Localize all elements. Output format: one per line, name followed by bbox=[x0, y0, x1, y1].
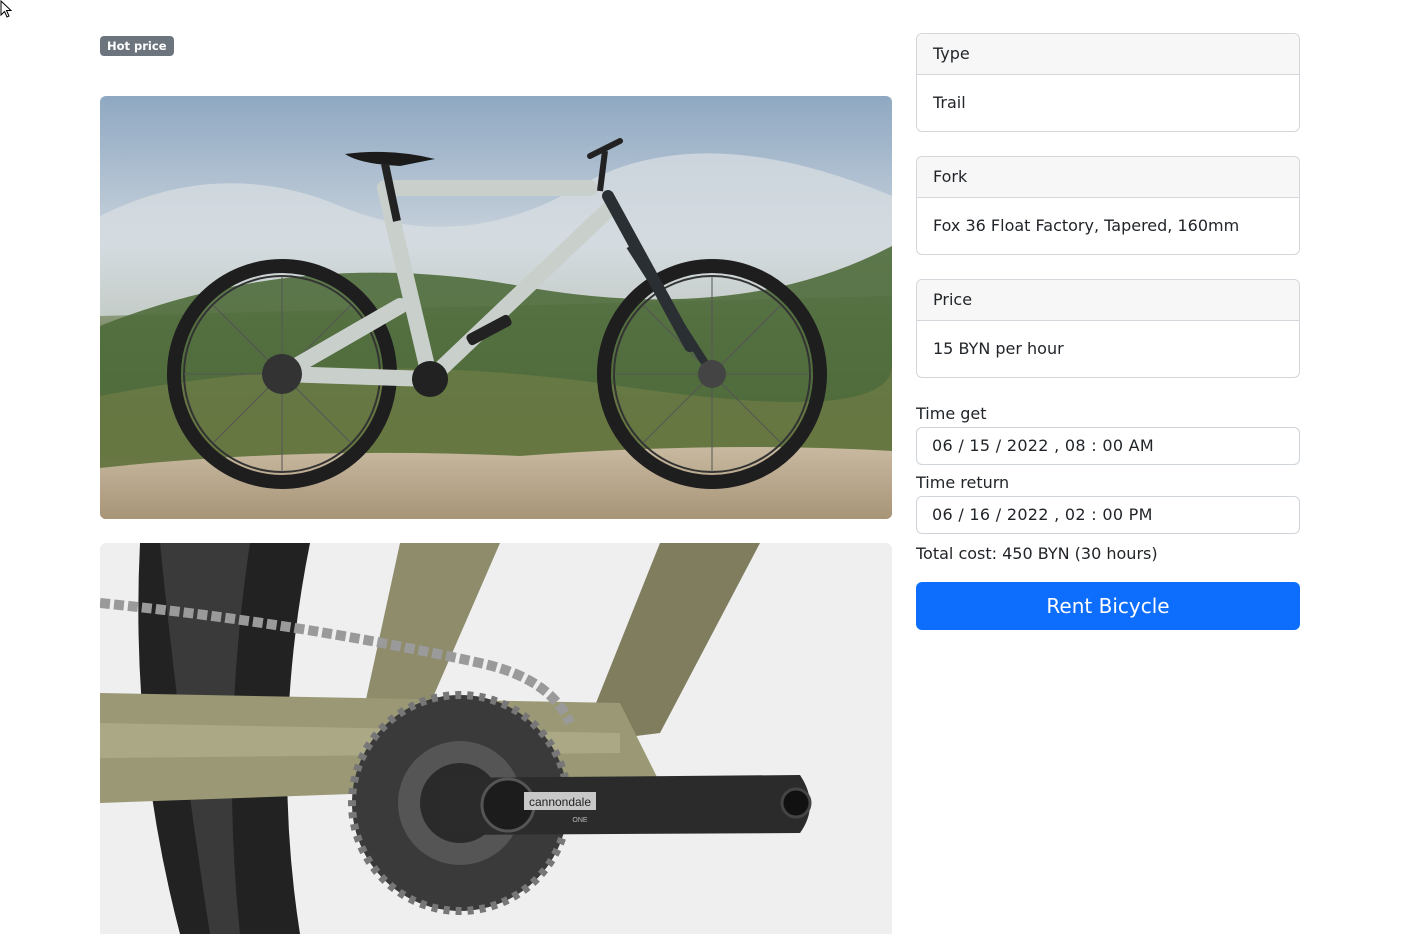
time-get-label: Time get bbox=[916, 404, 987, 423]
crank-model-text: ONE bbox=[572, 817, 588, 824]
crankset-closeup-photo: cannondale ONE bbox=[100, 543, 892, 934]
rent-bicycle-button[interactable]: Rent Bicycle bbox=[916, 582, 1300, 630]
price-header: Price bbox=[917, 280, 1299, 321]
crank-brand-text: cannondale bbox=[529, 795, 591, 809]
type-header: Type bbox=[917, 34, 1299, 75]
type-card: Type Trail bbox=[916, 33, 1300, 132]
price-value: 15 BYN per hour bbox=[933, 339, 1064, 358]
time-get-input[interactable]: 06 / 15 / 2022 , 08 : 00 AM bbox=[916, 427, 1300, 465]
price-card: Price 15 BYN per hour bbox=[916, 279, 1300, 378]
fork-card: Fork Fox 36 Float Factory, Tapered, 160m… bbox=[916, 156, 1300, 255]
time-return-input[interactable]: 06 / 16 / 2022 , 02 : 00 PM bbox=[916, 496, 1300, 534]
mouse-cursor-icon bbox=[0, 0, 13, 18]
fork-header: Fork bbox=[917, 157, 1299, 198]
time-return-label: Time return bbox=[916, 473, 1010, 492]
bicycle-side-photo bbox=[100, 96, 892, 519]
page: Hot price cannondale ONE Type Trail Fork… bbox=[0, 0, 1401, 934]
fork-value: Fox 36 Float Factory, Tapered, 160mm bbox=[933, 216, 1240, 235]
bicycle-details-panel: Type Trail Fork Fox 36 Float Factory, Ta… bbox=[916, 33, 1300, 630]
total-cost-text: Total cost: 450 BYN (30 hours) bbox=[916, 544, 1158, 563]
type-value: Trail bbox=[933, 93, 966, 112]
hot-price-badge: Hot price bbox=[100, 36, 174, 56]
